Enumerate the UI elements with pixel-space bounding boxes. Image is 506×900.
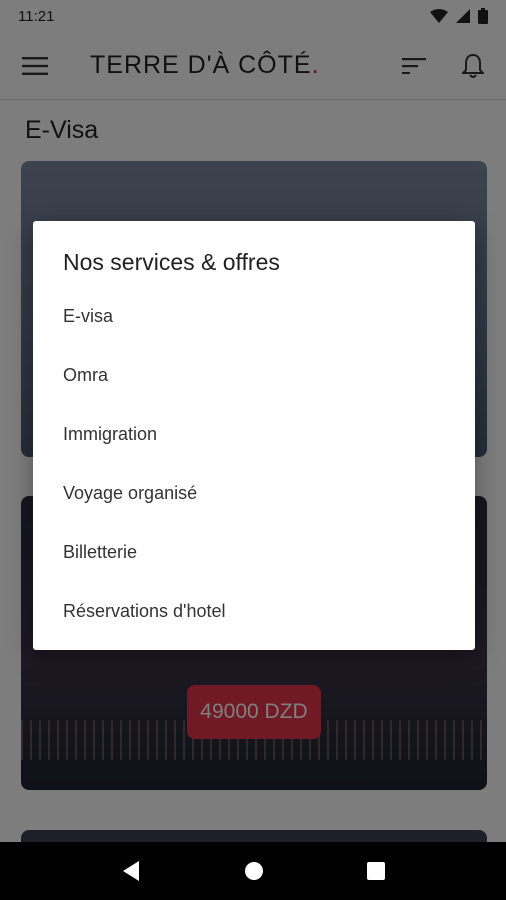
dialog-item-hotel[interactable]: Réservations d'hotel [33,582,475,641]
dialog-item-voyage[interactable]: Voyage organisé [33,464,475,523]
dialog-item-omra[interactable]: Omra [33,346,475,405]
dialog-item-evisa[interactable]: E-visa [33,287,475,346]
home-icon[interactable] [244,861,264,881]
dialog-title: Nos services & offres [63,249,280,275]
services-dialog: Nos services & offres E-visa Omra Immigr… [33,221,475,650]
system-nav-bar [0,842,506,900]
back-icon[interactable] [121,860,141,882]
dialog-item-immigration[interactable]: Immigration [33,405,475,464]
recents-icon[interactable] [366,862,385,880]
dialog-list: E-visa Omra Immigration Voyage organisé … [33,287,475,641]
dialog-item-billetterie[interactable]: Billetterie [33,523,475,582]
